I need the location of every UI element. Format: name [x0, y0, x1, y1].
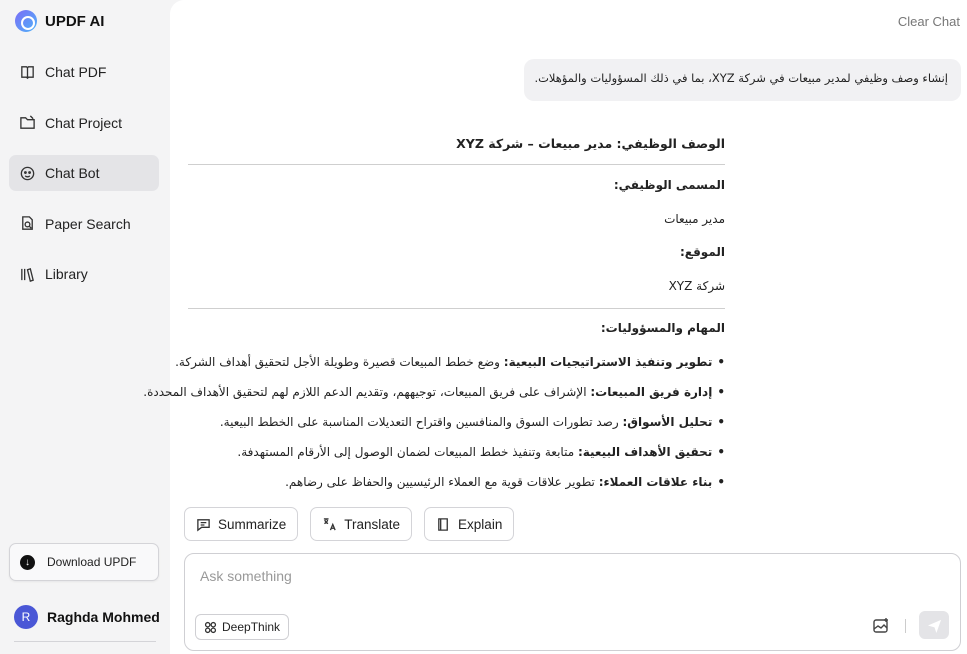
translate-label: Translate — [344, 516, 401, 532]
list-item: بناء علاقات العملاء: تطوير علاقات قوية م… — [285, 475, 725, 489]
summarize-label: Summarize — [218, 516, 287, 532]
location-value: شركة XYZ — [668, 279, 725, 293]
user-message: إنشاء وصف وظيفي لمدير مبيعات في شركة XYZ… — [524, 59, 961, 101]
list-item-text: وضع خطط المبيعات قصيرة وطويلة الأجل لتحق… — [175, 355, 504, 369]
divider — [14, 641, 156, 642]
book-icon — [438, 517, 448, 531]
deepthink-toggle[interactable]: DeepThink — [195, 614, 290, 640]
library-icon — [21, 267, 34, 282]
list-item-text: الإشراف على فريق المبيعات، توجيههم، وتقد… — [143, 385, 591, 399]
explain-label: Explain — [458, 516, 503, 532]
sidebar-item-paper-search[interactable]: Paper Search — [9, 206, 159, 242]
list-item-text: تطوير علاقات قوية مع العملاء الرئيسيين و… — [285, 475, 599, 489]
updf-logo-icon — [15, 10, 37, 32]
list-item-title: بناء علاقات العملاء: — [598, 475, 713, 489]
sidebar-item-label: Chat Bot — [45, 165, 100, 181]
list-item-text: متابعة وتنفيذ خطط المبيعات لضمان الوصول … — [237, 445, 578, 459]
divider — [905, 619, 906, 633]
explain-button[interactable]: Explain — [424, 507, 515, 541]
avatar: R — [14, 605, 38, 629]
job-title-value: مدير مبيعات — [664, 212, 725, 226]
list-item: تحليل الأسواق: رصد تطورات السوق والمنافس… — [220, 415, 725, 429]
deepthink-label: DeepThink — [222, 620, 281, 634]
sidebar-item-label: Paper Search — [45, 215, 131, 232]
location-label: الموقع: — [679, 245, 725, 259]
translate-icon — [324, 517, 336, 530]
book-chat-icon — [21, 65, 34, 79]
main-panel: Clear Chat إنشاء وصف وظيفي لمدير مبيعات … — [143, 0, 967, 654]
paper-search-icon — [22, 216, 33, 230]
download-label: Download UPDF — [47, 555, 137, 569]
translate-button[interactable]: Translate — [310, 507, 413, 541]
send-button[interactable] — [919, 611, 949, 639]
deepthink-icon — [204, 621, 217, 633]
sidebar-nav: Chat PDF Chat Project Chat Bot Paper Sea… — [9, 54, 159, 307]
summarize-icon — [197, 518, 210, 531]
sidebar-item-chat-pdf[interactable]: Chat PDF — [9, 54, 159, 90]
list-item: إدارة فريق المبيعات: الإشراف على فريق ال… — [143, 385, 725, 399]
image-add-icon — [873, 618, 888, 633]
sidebar-item-label: Library — [45, 266, 88, 282]
ask-input[interactable] — [200, 568, 800, 584]
image-upload-button[interactable] — [872, 617, 890, 635]
sidebar-item-chat-bot[interactable]: Chat Bot — [9, 155, 159, 191]
bot-icon — [20, 166, 35, 180]
user-profile[interactable]: R Raghda Mohmed — [14, 605, 160, 629]
list-item-title: إدارة فريق المبيعات: — [590, 385, 713, 399]
sidebar-item-label: Chat Project — [45, 114, 123, 131]
list-item-title: تطوير وتنفيذ الاستراتيجيات البيعية: — [503, 355, 713, 369]
duties-label: المهام والمسؤوليات: — [600, 321, 725, 335]
user-name: Raghda Mohmed — [47, 609, 160, 625]
send-icon — [927, 619, 941, 633]
download-updf-button[interactable]: ↓ Download UPDF — [9, 543, 159, 581]
folder-chat-icon — [20, 115, 35, 129]
divider — [188, 308, 725, 309]
list-item-title: تحليل الأسواق: — [622, 415, 713, 429]
clear-chat-button[interactable]: Clear Chat — [898, 14, 960, 29]
sidebar: UPDF AI Chat PDF Chat Project Chat Bot P… — [0, 0, 170, 654]
divider — [188, 164, 725, 165]
brand[interactable]: UPDF AI — [15, 10, 104, 32]
sidebar-item-label: Chat PDF — [45, 64, 107, 80]
job-title-label: المسمى الوظيفي: — [613, 178, 725, 192]
list-item-text: رصد تطورات السوق والمنافسين واقتراح التع… — [219, 415, 623, 429]
answer-actions: Summarize Translate Explain — [184, 507, 515, 541]
download-icon: ↓ — [20, 554, 35, 570]
sidebar-item-chat-project[interactable]: Chat Project — [9, 105, 159, 141]
list-item-title: تحقيق الأهداف البيعية: — [577, 445, 713, 459]
list-item: تحقيق الأهداف البيعية: متابعة وتنفيذ خطط… — [237, 445, 725, 459]
brand-name: UPDF AI — [45, 12, 105, 30]
answer-heading: الوصف الوظيفي: مدير مبيعات – شركة XYZ — [456, 136, 725, 151]
summarize-button[interactable]: Summarize — [184, 507, 299, 541]
list-item: تطوير وتنفيذ الاستراتيجيات البيعية: وضع … — [175, 355, 725, 369]
composer: DeepThink — [184, 553, 961, 651]
sidebar-item-library[interactable]: Library — [9, 256, 159, 292]
